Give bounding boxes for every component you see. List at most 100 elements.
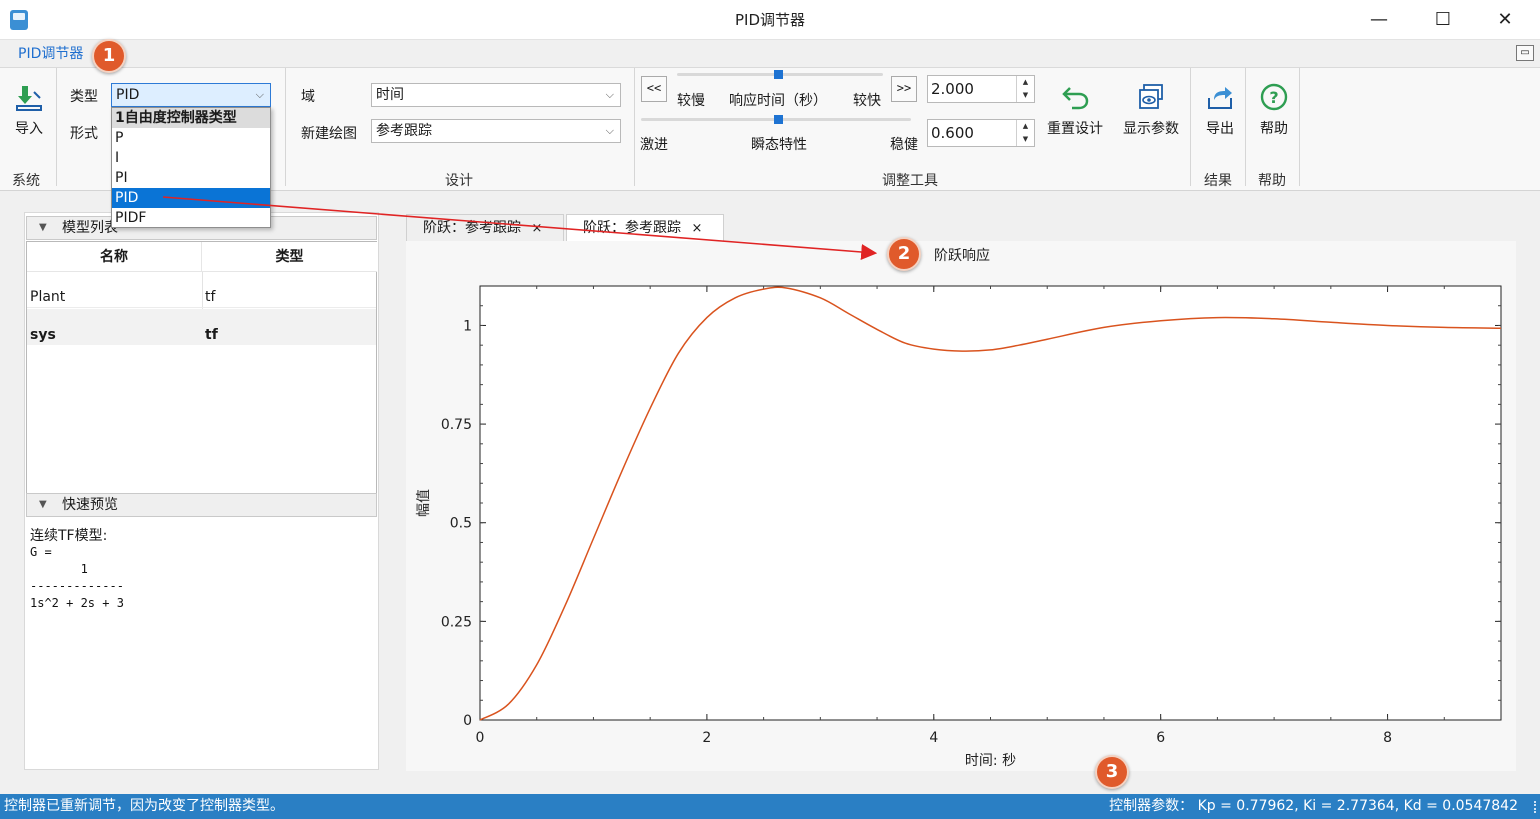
row-name: Plant bbox=[30, 289, 66, 305]
tab-label: 阶跃：参考跟踪 bbox=[583, 220, 681, 236]
import-icon bbox=[16, 86, 42, 111]
separator bbox=[1299, 68, 1300, 186]
show-params-button[interactable]: 显示参数 bbox=[1119, 82, 1183, 138]
domain-select[interactable]: 时间 ⌵ bbox=[371, 83, 621, 107]
row-name: sys bbox=[30, 327, 56, 343]
tab-label: 阶跃：参考跟踪 bbox=[423, 220, 521, 236]
controller-params: 控制器参数： Kp = 0.77962, Ki = 2.77364, Kd = … bbox=[1109, 798, 1518, 814]
plot-area bbox=[479, 285, 1502, 721]
type-label: 类型 bbox=[70, 89, 98, 105]
import-label: 导入 bbox=[15, 121, 43, 137]
response-time-input[interactable]: 2.000 ▲ ▼ bbox=[927, 75, 1035, 103]
slower-button[interactable]: << bbox=[641, 76, 667, 102]
x-tick-label: 2 bbox=[702, 730, 711, 746]
collapse-triangle-icon: ▼ bbox=[39, 499, 47, 510]
spin-up-icon[interactable]: ▲ bbox=[1017, 76, 1034, 89]
dropdown-option-pi[interactable]: PI bbox=[112, 168, 270, 188]
callout-3: 3 bbox=[1095, 755, 1129, 789]
chart-title: 阶跃响应 bbox=[934, 247, 990, 264]
column-header-name[interactable]: 名称 bbox=[27, 242, 202, 272]
callout-1: 1 bbox=[92, 39, 126, 73]
svg-text:?: ? bbox=[1269, 88, 1278, 107]
tab-pid-tuner[interactable]: PID调节器 bbox=[8, 43, 93, 67]
minimize-button[interactable]: — bbox=[1356, 0, 1402, 40]
robust-label: 稳健 bbox=[890, 137, 918, 153]
status-message: 控制器已重新调节，因为改变了控制器类型。 bbox=[4, 798, 284, 814]
dropdown-option-pidf[interactable]: PIDF bbox=[112, 208, 270, 228]
quick-preview-header[interactable]: ▼ 快速预览 bbox=[26, 493, 377, 517]
separator bbox=[1245, 68, 1246, 186]
response-time-value: 2.000 bbox=[931, 80, 974, 98]
new-plot-select[interactable]: 参考跟踪 ⌵ bbox=[371, 119, 621, 143]
spin-up-icon[interactable]: ▲ bbox=[1017, 120, 1034, 133]
domain-value: 时间 bbox=[376, 87, 404, 103]
step-response-chart[interactable]: 阶跃响应 0 0.25 0.5 0.75 1 0 2 4 6 8 时间: 秒 幅值 bbox=[406, 241, 1516, 771]
collapse-ribbon-icon[interactable]: ▭ bbox=[1516, 45, 1534, 61]
preview-line: 1s^2 + 2s + 3 bbox=[30, 596, 124, 610]
y-tick-label: 1 bbox=[463, 318, 472, 334]
form-label: 形式 bbox=[70, 126, 98, 142]
controller-type-dropdown[interactable]: 1自由度控制器类型 P I PI PID PIDF bbox=[111, 107, 271, 228]
design-group-label: 设计 bbox=[445, 173, 473, 189]
column-header-type[interactable]: 类型 bbox=[202, 242, 377, 272]
domain-label: 域 bbox=[301, 89, 315, 105]
y-axis-label: 幅值 bbox=[416, 489, 432, 517]
chevron-down-icon: ⌵ bbox=[605, 124, 614, 137]
dropdown-option-p[interactable]: P bbox=[112, 128, 270, 148]
maximize-button[interactable]: ☐ bbox=[1420, 0, 1466, 40]
y-tick-label: 0 bbox=[463, 713, 472, 729]
separator bbox=[1190, 68, 1191, 186]
table-row[interactable]: sys tf bbox=[27, 309, 376, 345]
close-button[interactable]: ✕ bbox=[1482, 0, 1528, 40]
close-tab-icon[interactable]: × bbox=[531, 221, 542, 236]
tab-step-reference-2[interactable]: 阶跃：参考跟踪 × bbox=[566, 214, 724, 241]
chevron-down-icon: ⌵ bbox=[605, 88, 614, 101]
help-icon: ? bbox=[1260, 83, 1288, 111]
separator bbox=[56, 68, 57, 186]
row-type: tf bbox=[205, 289, 216, 305]
system-group-label: 系统 bbox=[12, 173, 40, 189]
x-tick-label: 6 bbox=[1156, 730, 1165, 746]
show-params-icon bbox=[1139, 84, 1163, 109]
controller-type-select[interactable]: PID ⌵ bbox=[111, 83, 271, 107]
preview-line: G = bbox=[30, 545, 52, 559]
separator bbox=[634, 68, 635, 186]
tuning-group-label: 调整工具 bbox=[882, 173, 938, 189]
close-tab-icon[interactable]: × bbox=[691, 221, 702, 236]
dropdown-option-i[interactable]: I bbox=[112, 148, 270, 168]
tab-step-reference-1[interactable]: 阶跃：参考跟踪 × bbox=[406, 214, 564, 241]
ribbon-tab-row bbox=[0, 40, 1540, 68]
spin-down-icon[interactable]: ▼ bbox=[1017, 89, 1034, 102]
faster-button[interactable]: >> bbox=[891, 76, 917, 102]
resize-grip-icon[interactable] bbox=[1526, 801, 1536, 813]
dropdown-option-pid[interactable]: PID bbox=[112, 188, 270, 208]
export-icon bbox=[1208, 87, 1232, 109]
table-row[interactable]: Plant tf bbox=[27, 272, 376, 308]
help-button[interactable]: ? 帮助 bbox=[1254, 82, 1294, 138]
preview-line: ------------- bbox=[30, 579, 124, 593]
collapse-triangle-icon: ▼ bbox=[39, 222, 47, 233]
transient-value: 0.600 bbox=[931, 124, 974, 142]
help-group-label: 帮助 bbox=[1258, 173, 1286, 189]
chevron-down-icon: ⌵ bbox=[255, 88, 264, 101]
separator bbox=[285, 68, 286, 186]
import-button[interactable]: 导入 bbox=[8, 82, 50, 138]
spin-down-icon[interactable]: ▼ bbox=[1017, 133, 1034, 146]
export-button[interactable]: 导出 bbox=[1200, 82, 1240, 138]
y-tick-label: 0.25 bbox=[441, 614, 472, 630]
faster-label: 较快 bbox=[853, 93, 881, 109]
x-tick-label: 0 bbox=[476, 730, 485, 746]
result-group-label: 结果 bbox=[1204, 173, 1232, 189]
model-list-title: 模型列表 bbox=[62, 220, 118, 236]
transient-slider-thumb[interactable] bbox=[774, 115, 783, 124]
transient-input[interactable]: 0.600 ▲ ▼ bbox=[927, 119, 1035, 147]
response-time-slider-thumb[interactable] bbox=[774, 70, 783, 79]
reset-design-button[interactable]: 重置设计 bbox=[1043, 82, 1107, 138]
transient-label: 瞬态特性 bbox=[751, 137, 807, 153]
aggressive-label: 激进 bbox=[640, 137, 668, 153]
y-tick-label: 0.75 bbox=[441, 417, 472, 433]
undo-icon bbox=[1062, 87, 1089, 110]
preview-line: 1 bbox=[30, 562, 88, 576]
row-type: tf bbox=[205, 327, 218, 343]
model-table: 名称 类型 Plant tf sys tf bbox=[26, 241, 377, 515]
